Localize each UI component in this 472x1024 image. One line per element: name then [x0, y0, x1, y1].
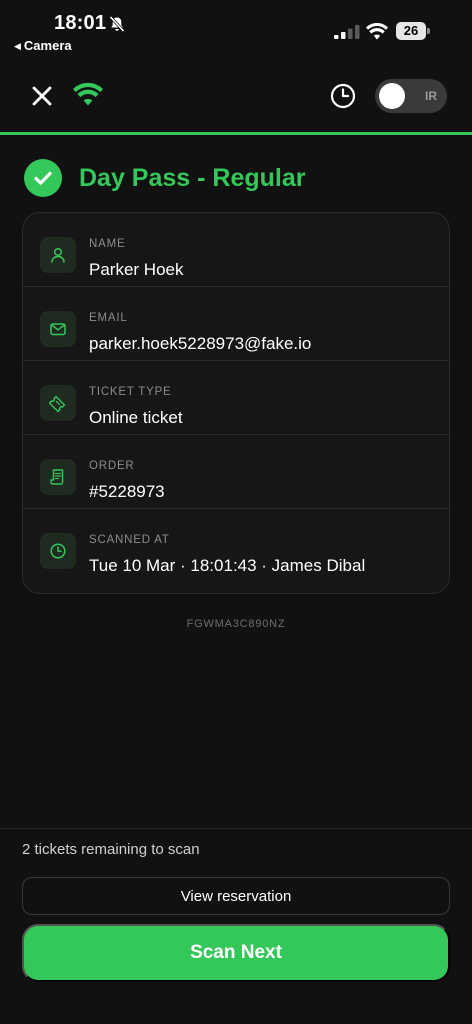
detail-value: Online ticket: [89, 408, 183, 427]
battery-cap: [427, 28, 430, 34]
detail-row-ticket-type: TICKET TYPE Online ticket: [23, 361, 449, 435]
back-triangle-icon: ◀: [14, 41, 21, 51]
detail-label: EMAIL: [89, 312, 128, 324]
connection-wifi-icon: [73, 83, 103, 106]
detail-label: ORDER: [89, 460, 135, 472]
scan-next-button[interactable]: Scan Next: [22, 924, 450, 982]
status-divider: [0, 132, 472, 135]
detail-row-order: ORDER #5228973: [23, 435, 449, 509]
close-button[interactable]: [26, 80, 58, 112]
cellular-signal-icon: [334, 25, 360, 39]
bell-muted-icon: [109, 15, 125, 33]
pass-header: Day Pass - Regular: [24, 158, 306, 198]
clock-icon: [40, 533, 76, 569]
back-app-label: Camera: [23, 38, 72, 53]
detail-value: parker.hoek5228973@fake.io: [89, 334, 312, 353]
mail-icon: [40, 311, 76, 347]
detail-value: Parker Hoek: [89, 260, 184, 279]
status-time: 18:01: [54, 12, 107, 34]
detail-row-scanned-at: SCANNED AT Tue 10 Mar · 18:01:43 · James…: [23, 509, 449, 583]
scanner-toolbar: IR: [0, 62, 472, 132]
ticket-details-card: NAME Parker Hoek EMAIL parker.hoek522897…: [22, 212, 450, 594]
detail-row-name: NAME Parker Hoek: [23, 213, 449, 287]
remaining-tickets-text: 2 tickets remaining to scan: [22, 841, 200, 858]
valid-check-icon: [24, 159, 62, 197]
detail-row-email: EMAIL parker.hoek5228973@fake.io: [23, 287, 449, 361]
battery-indicator: 26: [396, 22, 430, 40]
pass-title: Day Pass - Regular: [79, 163, 306, 192]
toggle-knob: [379, 83, 405, 109]
ticket-code: FGWMA3C890NZ: [186, 618, 286, 630]
footer-divider: [0, 828, 472, 829]
ir-label: IR: [425, 89, 437, 103]
detail-value: Tue 10 Mar · 18:01:43 · James Dibal: [89, 556, 366, 575]
person-icon: [40, 237, 76, 273]
wifi-status-icon: [366, 23, 388, 40]
scan-history-button[interactable]: [326, 79, 360, 113]
detail-label: SCANNED AT: [89, 534, 170, 546]
ir-mode-toggle[interactable]: IR: [375, 79, 447, 113]
battery-level: 26: [396, 22, 426, 40]
back-to-camera-link[interactable]: ◀ Camera: [14, 38, 72, 53]
close-icon: [32, 86, 52, 106]
view-reservation-button[interactable]: View reservation: [22, 877, 450, 915]
receipt-icon: [40, 459, 76, 495]
status-bar: 18:01 ◀ Camera 26: [0, 0, 472, 62]
detail-value: #5228973: [89, 482, 165, 501]
detail-label: TICKET TYPE: [89, 386, 172, 398]
ticket-icon: [40, 385, 76, 421]
clock-history-icon: [330, 83, 356, 109]
detail-label: NAME: [89, 238, 126, 250]
